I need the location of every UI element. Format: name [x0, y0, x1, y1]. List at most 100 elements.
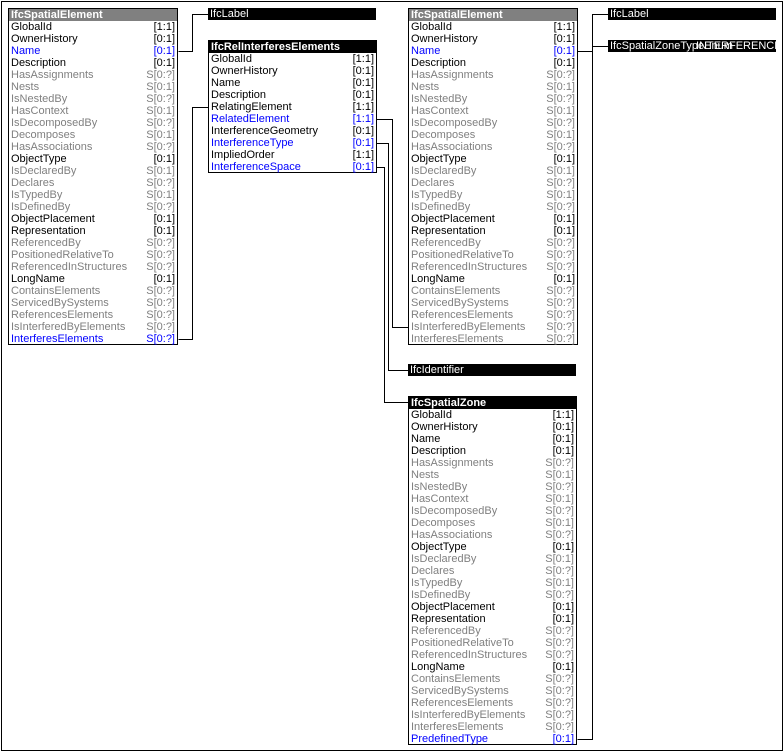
attribute-row[interactable]: ReferencedBy S[0:?]	[409, 237, 577, 249]
attribute-row[interactable]: Representation [0:1]	[409, 225, 577, 237]
attribute-row[interactable]: Nests S[0:1]	[409, 469, 576, 481]
attribute-row[interactable]: ObjectPlacement [0:1]	[409, 213, 577, 225]
attribute-row[interactable]: ImpliedOrder [1:1]	[209, 149, 376, 161]
attribute-row[interactable]: ObjectPlacement [0:1]	[409, 601, 576, 613]
attribute-row[interactable]: RelatedElement [1:1]	[209, 113, 376, 125]
attribute-row[interactable]: ReferencesElements S[0:?]	[9, 309, 177, 321]
attribute-row[interactable]: IsTypedBy S[0:1]	[9, 189, 177, 201]
attribute-row[interactable]: Nests S[0:1]	[9, 81, 177, 93]
attribute-row[interactable]: ContainsElements S[0:?]	[409, 673, 576, 685]
attribute-row[interactable]: IsDefinedBy S[0:?]	[9, 201, 177, 213]
attribute-row[interactable]: IsDeclaredBy S[0:1]	[409, 553, 576, 565]
attribute-row[interactable]: IsDeclaredBy S[0:1]	[9, 165, 177, 177]
attribute-row[interactable]: PositionedRelativeTo S[0:?]	[409, 637, 576, 649]
attribute-row[interactable]: PredefinedType [0:1]	[409, 733, 576, 745]
attribute-row[interactable]: IsNestedBy S[0:?]	[409, 93, 577, 105]
attribute-row[interactable]: IsTypedBy S[0:1]	[409, 577, 576, 589]
attribute-row[interactable]: ObjectType [0:1]	[9, 153, 177, 165]
attribute-row[interactable]: IsInterferedByElements S[0:?]	[409, 709, 576, 721]
attribute-row[interactable]: ReferencedBy S[0:?]	[409, 625, 576, 637]
attribute-row[interactable]: Description [0:1]	[9, 57, 177, 69]
attribute-row[interactable]: ReferencesElements S[0:?]	[409, 309, 577, 321]
attribute-row[interactable]: OwnerHistory [0:1]	[409, 33, 577, 45]
type-identifier[interactable]: IfcIdentifier	[408, 364, 576, 376]
attribute-row[interactable]: IsInterferedByElements S[0:?]	[9, 321, 177, 333]
attribute-row[interactable]: Decomposes S[0:1]	[409, 517, 576, 529]
attribute-row[interactable]: Representation [0:1]	[409, 613, 576, 625]
attribute-row[interactable]: Declares S[0:?]	[409, 565, 576, 577]
attribute-row[interactable]: IsDecomposedBy S[0:?]	[409, 117, 577, 129]
attribute-row[interactable]: ReferencedInStructures S[0:?]	[409, 649, 576, 661]
attribute-row[interactable]: Name [0:1]	[9, 45, 177, 57]
attribute-row[interactable]: InterferenceSpace [0:1]	[209, 161, 376, 173]
attribute-row[interactable]: InterferesElements S[0:?]	[9, 333, 177, 345]
attribute-row[interactable]: ReferencedBy S[0:?]	[9, 237, 177, 249]
attribute-row[interactable]: IsDecomposedBy S[0:?]	[9, 117, 177, 129]
attribute-row[interactable]: Name [0:1]	[409, 45, 577, 57]
attribute-row[interactable]: ContainsElements S[0:?]	[409, 285, 577, 297]
attribute-row[interactable]: ObjectPlacement [0:1]	[9, 213, 177, 225]
attribute-row[interactable]: LongName [0:1]	[409, 273, 577, 285]
attribute-row[interactable]: HasAssociations S[0:?]	[9, 141, 177, 153]
attribute-row[interactable]: GlobalId [1:1]	[409, 21, 577, 33]
attribute-row[interactable]: HasAssignments S[0:?]	[9, 69, 177, 81]
attribute-row[interactable]: OwnerHistory [0:1]	[9, 33, 177, 45]
attribute-row[interactable]: GlobalId [1:1]	[209, 53, 376, 65]
attribute-row[interactable]: HasContext S[0:1]	[9, 105, 177, 117]
attribute-row[interactable]: IsDecomposedBy S[0:?]	[409, 505, 576, 517]
attribute-row[interactable]: IsInterferedByElements S[0:?]	[409, 321, 577, 333]
attribute-row[interactable]: OwnerHistory [0:1]	[209, 65, 376, 77]
attribute-row[interactable]: IsDefinedBy S[0:?]	[409, 201, 577, 213]
attribute-row[interactable]: GlobalId [1:1]	[409, 409, 576, 421]
attribute-row[interactable]: HasAssociations S[0:?]	[409, 529, 576, 541]
attribute-row[interactable]: ServicedBySystems S[0:?]	[409, 685, 576, 697]
attribute-row[interactable]: ServicedBySystems S[0:?]	[9, 297, 177, 309]
attribute-row[interactable]: LongName [0:1]	[9, 273, 177, 285]
attribute-row[interactable]: ReferencesElements S[0:?]	[409, 697, 576, 709]
attribute-row[interactable]: Description [0:1]	[209, 89, 376, 101]
attribute-row[interactable]: InterferesElements S[0:?]	[409, 333, 577, 345]
attribute-row[interactable]: IsNestedBy S[0:?]	[409, 481, 576, 493]
attribute-row[interactable]: Name [0:1]	[209, 77, 376, 89]
attribute-row[interactable]: ReferencedInStructures S[0:?]	[9, 261, 177, 273]
attribute-row[interactable]: InterferenceGeometry [0:1]	[209, 125, 376, 137]
attribute-row[interactable]: PositionedRelativeTo S[0:?]	[409, 249, 577, 261]
attribute-row[interactable]: GlobalId [1:1]	[9, 21, 177, 33]
attribute-row[interactable]: Declares S[0:?]	[9, 177, 177, 189]
attribute-row[interactable]: IsDefinedBy S[0:?]	[409, 589, 576, 601]
attribute-row[interactable]: InterferenceType [0:1]	[209, 137, 376, 149]
attribute-row[interactable]: HasAssociations S[0:?]	[409, 141, 577, 153]
type-spatial-zone-type-enum[interactable]: IfcSpatialZoneTypeEnum INTERFERENCE	[608, 40, 776, 52]
attribute-row[interactable]: ObjectType [0:1]	[409, 153, 577, 165]
attribute-row[interactable]: HasContext S[0:1]	[409, 105, 577, 117]
attribute-row[interactable]: Description [0:1]	[409, 57, 577, 69]
type-label-left[interactable]: IfcLabel	[208, 8, 376, 20]
attribute-row[interactable]: Description [0:1]	[409, 445, 576, 457]
attribute-row[interactable]: IsDeclaredBy S[0:1]	[409, 165, 577, 177]
attribute-row[interactable]: HasAssignments S[0:?]	[409, 457, 576, 469]
attribute-row[interactable]: HasContext S[0:1]	[409, 493, 576, 505]
attribute-row[interactable]: ReferencedInStructures S[0:?]	[409, 261, 577, 273]
attribute-row[interactable]: IsTypedBy S[0:1]	[409, 189, 577, 201]
attribute-row[interactable]: ContainsElements S[0:?]	[9, 285, 177, 297]
attribute-row[interactable]: Nests S[0:1]	[409, 81, 577, 93]
attribute-row[interactable]: HasAssignments S[0:?]	[409, 69, 577, 81]
attribute-row[interactable]: PositionedRelativeTo S[0:?]	[9, 249, 177, 261]
attribute-row[interactable]: IsNestedBy S[0:?]	[9, 93, 177, 105]
attribute-row[interactable]: Decomposes S[0:1]	[9, 129, 177, 141]
entity-rel-interferes-elements[interactable]: IfcRelInterferesElements GlobalId [1:1] Own…	[208, 40, 377, 173]
entity-spatial-element-right[interactable]: IfcSpatialElement GlobalId [1:1] OwnerHisto…	[408, 8, 578, 345]
type-label-right[interactable]: IfcLabel	[608, 8, 776, 20]
attribute-row[interactable]: OwnerHistory [0:1]	[409, 421, 576, 433]
attribute-row[interactable]: LongName [0:1]	[409, 661, 576, 673]
entity-spatial-element-left[interactable]: IfcSpatialElement GlobalId [1:1] OwnerHisto…	[8, 8, 178, 345]
attribute-row[interactable]: InterferesElements S[0:?]	[409, 721, 576, 733]
attribute-row[interactable]: ServicedBySystems S[0:?]	[409, 297, 577, 309]
attribute-row[interactable]: RelatingElement [1:1]	[209, 101, 376, 113]
attribute-row[interactable]: Declares S[0:?]	[409, 177, 577, 189]
attribute-row[interactable]: ObjectType [0:1]	[409, 541, 576, 553]
attribute-row[interactable]: Decomposes S[0:1]	[409, 129, 577, 141]
attribute-row[interactable]: Representation [0:1]	[9, 225, 177, 237]
entity-spatial-zone[interactable]: IfcSpatialZone GlobalId [1:1] OwnerHistory […	[408, 396, 577, 745]
attribute-row[interactable]: Name [0:1]	[409, 433, 576, 445]
